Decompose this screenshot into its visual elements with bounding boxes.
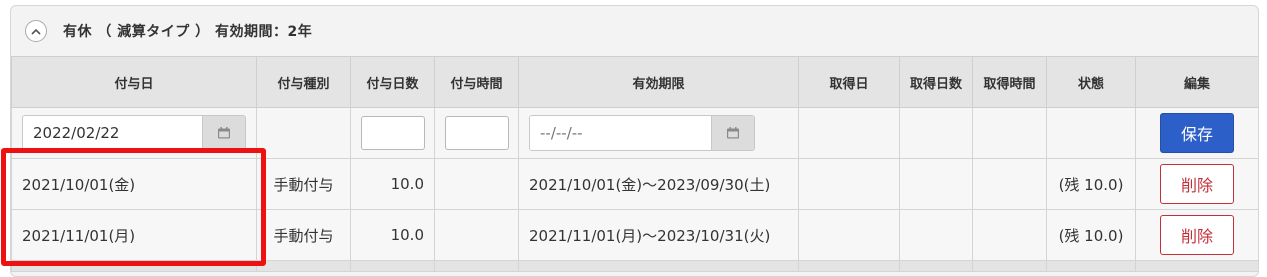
leave-panel: 有休 （ 減算タイプ ） 有効期間：2年 付与日 付与種別 付与日数 付与時間 … [10,5,1259,277]
taken-days-cell [899,158,973,210]
taken-hours-cell [972,158,1047,210]
calendar-icon [218,127,230,139]
grant-date-cell: 2021/10/01(金) [11,158,257,210]
grant-type-cell: 手動付与 [256,209,351,261]
taken-date-cell [798,209,900,261]
col-grant-days[interactable]: 付与日数 [350,56,435,108]
col-expiry[interactable]: 有効期限 [518,56,799,108]
panel-header: 有休 （ 減算タイプ ） 有効期間：2年 [11,6,1258,56]
new-grant-type-cell [256,107,351,159]
grant-hours-cell [434,158,519,210]
delete-button[interactable]: 削除 [1160,215,1234,255]
status-cell: (残 10.0) [1046,209,1136,261]
chevron-up-icon [31,28,41,35]
col-taken-days[interactable]: 取得日数 [899,56,973,108]
header-row: 付与日 付与種別 付与日数 付与時間 有効期限 取得日 取得日数 取得時間 状態… [11,56,1258,108]
grant-date-calendar-button[interactable] [202,116,245,150]
grant-type-cell: 手動付与 [256,158,351,210]
expiry-cell: 2021/11/01(月)～2023/10/31(火) [518,209,799,261]
table-footer-strip [11,260,1258,272]
taken-date-cell [798,158,900,210]
col-edit: 編集 [1135,56,1258,108]
table-row: 2021/10/01(金) 手動付与 10.0 2021/10/01(金)～20… [11,158,1258,210]
new-grant-row: 保存 [11,107,1258,159]
taken-hours-cell [972,209,1047,261]
taken-days-cell [899,209,973,261]
save-button[interactable]: 保存 [1160,113,1234,153]
col-taken-date[interactable]: 取得日 [798,56,900,108]
grant-date-input[interactable] [23,116,202,150]
grant-table: 付与日 付与種別 付与日数 付与時間 有効期限 取得日 取得日数 取得時間 状態… [11,56,1258,272]
grant-days-input[interactable] [361,116,425,150]
table-row: 2021/11/01(月) 手動付与 10.0 2021/11/01(月)～20… [11,209,1258,261]
grant-hours-cell [434,209,519,261]
col-grant-hours[interactable]: 付与時間 [434,56,519,108]
expiry-cell: 2021/10/01(金)～2023/09/30(土) [518,158,799,210]
grant-date-picker [22,115,246,151]
expiry-date-input[interactable] [530,116,711,150]
col-grant-date[interactable]: 付与日 [11,56,257,108]
collapse-button[interactable] [25,20,47,42]
grant-date-cell: 2021/11/01(月) [11,209,257,261]
col-taken-hours[interactable]: 取得時間 [972,56,1047,108]
status-cell: (残 10.0) [1046,158,1136,210]
col-status[interactable]: 状態 [1046,56,1136,108]
grant-hours-input[interactable] [445,116,509,150]
expiry-date-calendar-button[interactable] [711,116,754,150]
grant-days-cell: 10.0 [350,158,435,210]
col-grant-type[interactable]: 付与種別 [256,56,351,108]
calendar-icon [727,127,739,139]
expiry-date-picker [529,115,755,151]
delete-button[interactable]: 削除 [1160,164,1234,204]
grant-days-cell: 10.0 [350,209,435,261]
panel-title: 有休 （ 減算タイプ ） 有効期間：2年 [63,24,313,40]
